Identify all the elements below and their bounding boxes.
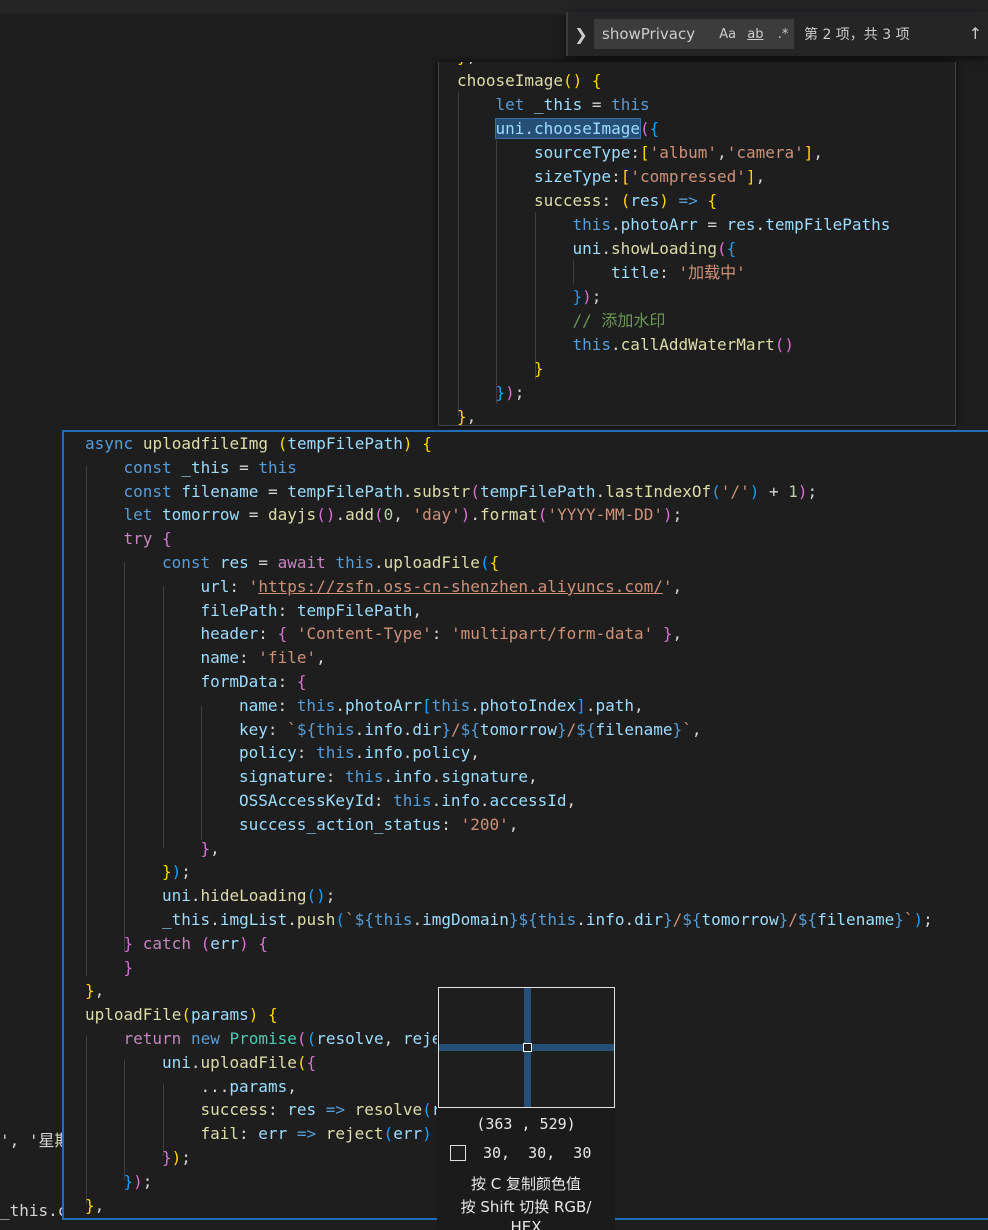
code-line: chooseImage() { [457,71,602,90]
code-line: async uploadfileImg (tempFilePath) { [85,434,432,453]
code-line: try { [123,529,172,549]
code-line: }, [85,1195,105,1215]
indent-guide [496,140,497,404]
code-line: sourceType:['album','camera'], [534,143,824,162]
picker-crosshair [523,1043,532,1052]
background-code-line: ', '星期 [0,1131,71,1150]
code-line: }); [123,1171,153,1191]
code-line: title: '加载中' [611,263,746,282]
magnifier-view [438,987,615,1108]
indent-guide [535,212,536,380]
code-line: }); [162,1148,191,1167]
code-line: }); [572,287,602,306]
code-line: success_action_status: '200', [239,814,519,834]
code-line: }); [495,383,525,402]
code-line: _this.imgList.push(`${this.imgDomain}${t… [162,910,933,929]
code-line: formData: { [200,672,307,691]
code-line: sizeType:['compressed'], [534,167,766,186]
indent-guide [86,1036,87,1204]
code-line: const filename = tempFilePath.substr(tem… [123,481,818,501]
indent-guide [86,466,87,976]
code-line: const res = await this.uploadFile({ [162,553,500,572]
cursor-coordinates: (363 , 529) [476,1115,576,1133]
color-swatch [450,1145,466,1161]
toggle-format-hint: 按 Shift 切换 RGB/ [460,1198,592,1216]
format-hex-hint: HEX [510,1218,542,1230]
code-line: }); [162,862,191,882]
code-line: fail: err => reject(err) [200,1124,432,1144]
code-line: url: 'https://zsfn.oss-cn-shenzhen.aliyu… [200,576,683,596]
regex-button[interactable]: .* [772,27,794,42]
rgb-value: 30, 30, 30 [483,1144,592,1162]
indent-guide [573,260,574,284]
code-line: signature: this.info.signature, [239,767,538,787]
peek-panel-choose-image: }, chooseImage() { let _this = this uni.ch… [438,62,956,426]
code-line: // 添加水印 [572,311,666,330]
find-query[interactable]: showPrivacy [602,25,711,43]
indent-guide [163,586,164,848]
code-line: } [123,957,134,977]
previous-match-arrow-icon[interactable]: ↑ [969,24,982,43]
code-line: this.callAddWaterMart() [572,335,795,354]
indent-guide [124,1060,125,1180]
indent-guide [124,562,125,952]
code-line: uploadFile(params) { [85,1005,278,1025]
match-count: 第 2 项，共 3 项 [804,27,910,43]
code-line: name: 'file', [200,648,326,668]
code-line: key: `${this.info.dir}/${tomorrow}/${fil… [239,719,702,739]
whole-word-button[interactable]: ab [745,27,767,42]
code-line: }, [85,981,105,1001]
indent-guide [201,706,202,840]
code-line: ...params, [200,1076,297,1096]
code-line: let tomorrow = dayjs().add(0, 'day').for… [123,505,683,525]
code-line: uni.chooseImage({ [494,118,660,139]
color-picker-magnifier: (363 , 529) 30, 30, 30 按 C 复制颜色值 按 Shift… [437,987,615,1230]
code-line: } catch (err) { [123,933,269,953]
background-code-line: _this.c [0,1201,68,1220]
code-line: policy: this.info.policy, [239,743,480,763]
code-line: header: { 'Content-Type': 'multipart/for… [200,624,683,644]
code-line: const _this = this [123,457,297,477]
code-line: uni.uploadFile({ [162,1052,317,1072]
indent-guide [458,92,459,416]
code-line: let _this = this [495,95,650,114]
find-widget: ❯ showPrivacy Aa ab .* 第 2 项，共 3 项 ↑ [566,12,988,56]
code-line: this.photoArr = res.tempFilePaths [572,215,891,234]
code-line: uni.hideLoading(); [162,886,336,906]
code-line: success: (res) => { [534,191,718,210]
code-line: }, [457,407,477,426]
copy-color-hint: 按 C 复制颜色值 [470,1175,581,1193]
code-line: OSSAccessKeyId: this.info.accessId, [239,791,577,810]
code-line: return new Promise((resolve, rejec [123,1029,452,1048]
code-line: }, [457,62,476,69]
code-line: filePath: tempFilePath, [200,600,423,620]
code-line: name: this.photoArr[this.photoIndex].pat… [239,695,644,715]
code-line: uni.showLoading({ [572,239,737,258]
code-line: success: res => resolve(res) [200,1100,471,1120]
find-input[interactable]: showPrivacy Aa ab .* [594,19,794,49]
toggle-replace-chevron-icon[interactable]: ❯ [568,12,594,56]
code-line: } [534,359,544,378]
code-line: }, [200,838,220,858]
match-case-button[interactable]: Aa [717,27,739,42]
